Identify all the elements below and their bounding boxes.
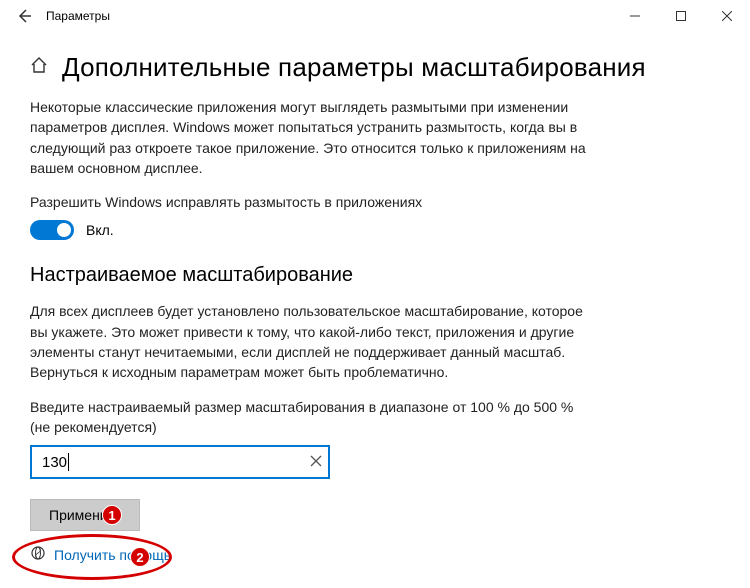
clear-input-button[interactable]: [310, 454, 322, 470]
help-row: Получить помощь: [30, 545, 720, 564]
intro-text: Некоторые классические приложения могут …: [30, 97, 590, 178]
arrow-left-icon: [16, 8, 32, 24]
window-title: Параметры: [46, 9, 110, 23]
text-caret: [68, 453, 69, 471]
toggle-row: Вкл.: [30, 220, 720, 240]
scale-input[interactable]: [30, 445, 330, 479]
fix-blur-toggle[interactable]: [30, 220, 74, 240]
titlebar: Параметры: [0, 0, 750, 32]
custom-scaling-description: Для всех дисплеев будет установлено поль…: [30, 301, 590, 382]
back-button[interactable]: [8, 0, 40, 32]
close-button[interactable]: [704, 0, 750, 32]
home-icon[interactable]: [30, 56, 48, 79]
apply-button[interactable]: Применить: [30, 499, 140, 531]
fix-blur-label: Разрешить Windows исправлять размытость …: [30, 192, 590, 212]
heading-row: Дополнительные параметры масштабирования: [30, 52, 720, 83]
page-title: Дополнительные параметры масштабирования: [62, 52, 646, 83]
custom-scaling-heading: Настраиваемое масштабирование: [30, 264, 720, 287]
minimize-button[interactable]: [612, 0, 658, 32]
close-icon: [722, 11, 732, 21]
help-link[interactable]: Получить помощь: [54, 547, 171, 563]
maximize-icon: [676, 11, 686, 21]
scale-input-row: [30, 445, 330, 479]
content: Дополнительные параметры масштабирования…: [0, 32, 750, 564]
maximize-button[interactable]: [658, 0, 704, 32]
help-icon: [30, 545, 46, 564]
toggle-knob: [57, 223, 71, 237]
scale-input-prompt: Введите настраиваемый размер масштабиров…: [30, 397, 590, 438]
x-icon: [310, 455, 322, 467]
minimize-icon: [630, 11, 640, 21]
toggle-state-label: Вкл.: [86, 222, 114, 238]
